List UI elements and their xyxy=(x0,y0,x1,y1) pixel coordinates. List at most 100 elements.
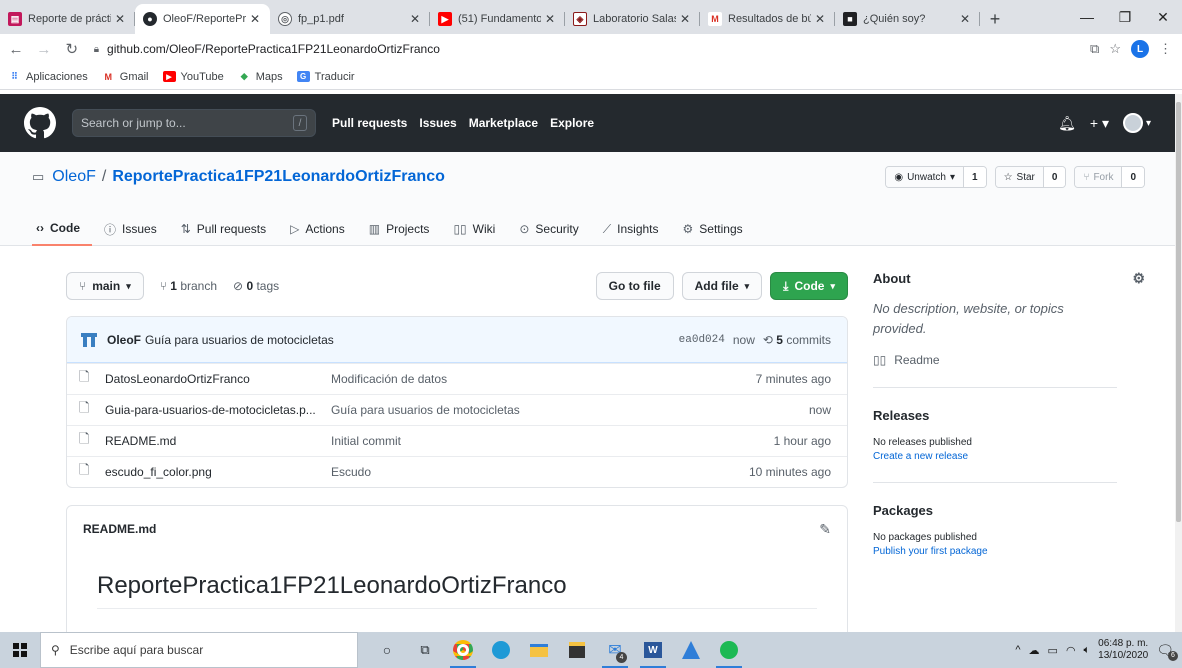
browser-tab[interactable]: ▤ Reporte de práctic ✕ xyxy=(0,4,135,34)
file-commit-message[interactable]: Modificación de datos xyxy=(331,372,756,386)
browser-tab[interactable]: ◎ fp_p1.pdf ✕ xyxy=(270,4,430,34)
commit-message[interactable]: Guía para usuarios de motocicletas xyxy=(145,333,334,347)
releases-title[interactable]: Releases xyxy=(873,408,1145,423)
back-arrow-icon[interactable]: ← xyxy=(4,37,28,61)
battery-icon[interactable]: ▭ xyxy=(1048,644,1058,657)
close-tab-icon[interactable]: ✕ xyxy=(545,12,557,26)
edge-icon[interactable] xyxy=(482,632,520,668)
windows-start-icon[interactable] xyxy=(0,632,40,668)
file-row[interactable]: 🗋︎ README.md Initial commit 1 hour ago xyxy=(67,425,847,456)
forward-arrow-icon[interactable]: → xyxy=(32,37,56,61)
taskbar-search-input[interactable]: ⚲ Escribe aquí para buscar xyxy=(40,632,358,668)
file-row[interactable]: 🗋︎ Guia-para-usuarios-de-motocicletas.p.… xyxy=(67,394,847,425)
fork-count[interactable]: 0 xyxy=(1122,167,1144,187)
bookmark-maps[interactable]: ◆ Maps xyxy=(238,71,283,83)
packages-title[interactable]: Packages xyxy=(873,503,1145,518)
file-commit-message[interactable]: Guía para usuarios de motocicletas xyxy=(331,403,809,417)
chevron-up-icon[interactable]: ^ xyxy=(1015,644,1020,656)
gear-icon[interactable]: ⚙ xyxy=(1132,270,1145,287)
tab-code[interactable]: ‹› Code xyxy=(32,212,92,246)
chrome-icon[interactable] xyxy=(444,632,482,668)
cortana-icon[interactable]: ○ xyxy=(368,632,406,668)
bookmark-gmail[interactable]: M Gmail xyxy=(102,71,149,83)
tags-link[interactable]: ⊘ 0 tags xyxy=(233,279,279,293)
plus-dropdown-icon[interactable]: + ▾ xyxy=(1090,115,1109,132)
file-commit-message[interactable]: Escudo xyxy=(331,465,749,479)
add-file-button[interactable]: Add file ▾ xyxy=(681,272,763,300)
volume-icon[interactable]: 🔈︎ xyxy=(1084,644,1091,657)
tab-actions[interactable]: ▷ Actions xyxy=(278,212,357,246)
task-view-icon[interactable]: ⧉ xyxy=(406,632,444,668)
nav-explore[interactable]: Explore xyxy=(550,116,594,130)
commit-author[interactable]: OleoF xyxy=(107,333,141,347)
tab-insights[interactable]: ⟋ Insights xyxy=(591,212,671,246)
github-search-input[interactable]: Search or jump to... / xyxy=(72,109,316,137)
browser-tab[interactable]: ■ ¿Quién soy? ✕ xyxy=(835,4,980,34)
menu-kebab-icon[interactable]: ⋮ xyxy=(1159,41,1172,57)
pdf-viewer-icon[interactable] xyxy=(672,632,710,668)
close-tab-icon[interactable]: ✕ xyxy=(115,12,127,26)
author-avatar[interactable] xyxy=(79,330,99,350)
star-count[interactable]: 0 xyxy=(1043,167,1066,187)
close-window-icon[interactable]: ✕ xyxy=(1144,0,1182,34)
translate-page-icon[interactable]: ⧉ xyxy=(1090,41,1099,57)
scrollbar-thumb[interactable] xyxy=(1176,102,1181,522)
nav-marketplace[interactable]: Marketplace xyxy=(469,116,538,130)
bookmark-star-icon[interactable]: ☆ xyxy=(1109,41,1121,57)
readme-link[interactable]: ▯▯ Readme xyxy=(873,353,1145,367)
onedrive-icon[interactable]: ☁ xyxy=(1029,644,1040,657)
file-name[interactable]: DatosLeonardoOrtizFranco xyxy=(105,372,331,386)
tab-settings[interactable]: ⚙ Settings xyxy=(671,212,755,246)
file-name[interactable]: Guia-para-usuarios-de-motocicletas.p... xyxy=(105,403,331,417)
tab-security[interactable]: ⊙ Security xyxy=(507,212,590,246)
close-tab-icon[interactable]: ✕ xyxy=(815,12,827,26)
address-bar[interactable]: 🔒︎ github.com/OleoF/ReportePractica1FP21… xyxy=(94,37,1090,61)
watch-button[interactable]: ◉ Unwatch ▾ 1 xyxy=(885,166,987,188)
notification-icon[interactable]: 🗨︎ 6 xyxy=(1156,642,1178,661)
branches-link[interactable]: ⑂ 1 branch xyxy=(160,279,217,293)
fork-button[interactable]: ⑂ Fork 0 xyxy=(1074,166,1145,188)
reload-icon[interactable]: ↻ xyxy=(60,37,84,61)
file-row[interactable]: 🗋︎ DatosLeonardoOrtizFranco Modificación… xyxy=(67,363,847,394)
file-name[interactable]: README.md xyxy=(105,434,331,448)
tab-pull-requests[interactable]: ⇅ Pull requests xyxy=(169,212,278,246)
file-row[interactable]: 🗋︎ escudo_fi_color.png Escudo 10 minutes… xyxy=(67,456,847,487)
minimize-icon[interactable]: — xyxy=(1068,0,1106,34)
file-name[interactable]: escudo_fi_color.png xyxy=(105,465,331,479)
page-scrollbar[interactable] xyxy=(1175,94,1182,632)
system-clock[interactable]: 06:48 p. m. 13/10/2020 xyxy=(1098,638,1148,662)
nav-issues[interactable]: Issues xyxy=(419,116,456,130)
tab-issues[interactable]: ⓘ Issues xyxy=(92,212,169,246)
mail-icon[interactable]: ✉ 4 xyxy=(596,632,634,668)
repo-owner-link[interactable]: OleoF xyxy=(52,168,96,186)
bookmark-apps[interactable]: ⠿ Aplicaciones xyxy=(8,71,88,83)
browser-tab[interactable]: ▶ (51) Fundamentos ✕ xyxy=(430,4,565,34)
word-icon[interactable]: W xyxy=(634,632,672,668)
browser-tab[interactable]: M Resultados de bús ✕ xyxy=(700,4,835,34)
browser-tab-active[interactable]: ● OleoF/ReportePra ✕ xyxy=(135,4,270,34)
repo-name-link[interactable]: ReportePractica1FP21LeonardoOrtizFranco xyxy=(112,168,445,186)
close-tab-icon[interactable]: ✕ xyxy=(960,12,972,26)
store-icon[interactable] xyxy=(558,632,596,668)
branch-select-button[interactable]: ⑂ main ▾ xyxy=(66,272,144,300)
new-tab-button[interactable]: + xyxy=(980,4,1010,34)
file-commit-message[interactable]: Initial commit xyxy=(331,434,774,448)
restore-icon[interactable]: ❐ xyxy=(1106,0,1144,34)
edit-pencil-icon[interactable]: ✎ xyxy=(819,521,831,538)
close-tab-icon[interactable]: ✕ xyxy=(410,12,422,26)
publish-package-link[interactable]: Publish your first package xyxy=(873,546,1145,557)
go-to-file-button[interactable]: Go to file xyxy=(595,272,674,300)
commits-link[interactable]: ⟲ 5 commits xyxy=(763,333,831,347)
tab-projects[interactable]: ▥ Projects xyxy=(357,212,442,246)
nav-pull-requests[interactable]: Pull requests xyxy=(332,116,407,130)
wifi-icon[interactable]: ◠ xyxy=(1066,644,1076,657)
commit-sha[interactable]: ea0d024 xyxy=(679,334,725,346)
bookmark-youtube[interactable]: ▶ YouTube xyxy=(162,71,224,83)
user-menu[interactable]: ▾ xyxy=(1122,113,1151,133)
profile-avatar[interactable]: L xyxy=(1131,40,1149,58)
tab-wiki[interactable]: ▯▯ Wiki xyxy=(441,212,507,246)
github-logo-icon[interactable] xyxy=(24,107,56,139)
bookmark-translate[interactable]: G Traducir xyxy=(296,71,355,83)
spotify-icon[interactable] xyxy=(710,632,748,668)
close-tab-icon[interactable]: ✕ xyxy=(680,12,692,26)
